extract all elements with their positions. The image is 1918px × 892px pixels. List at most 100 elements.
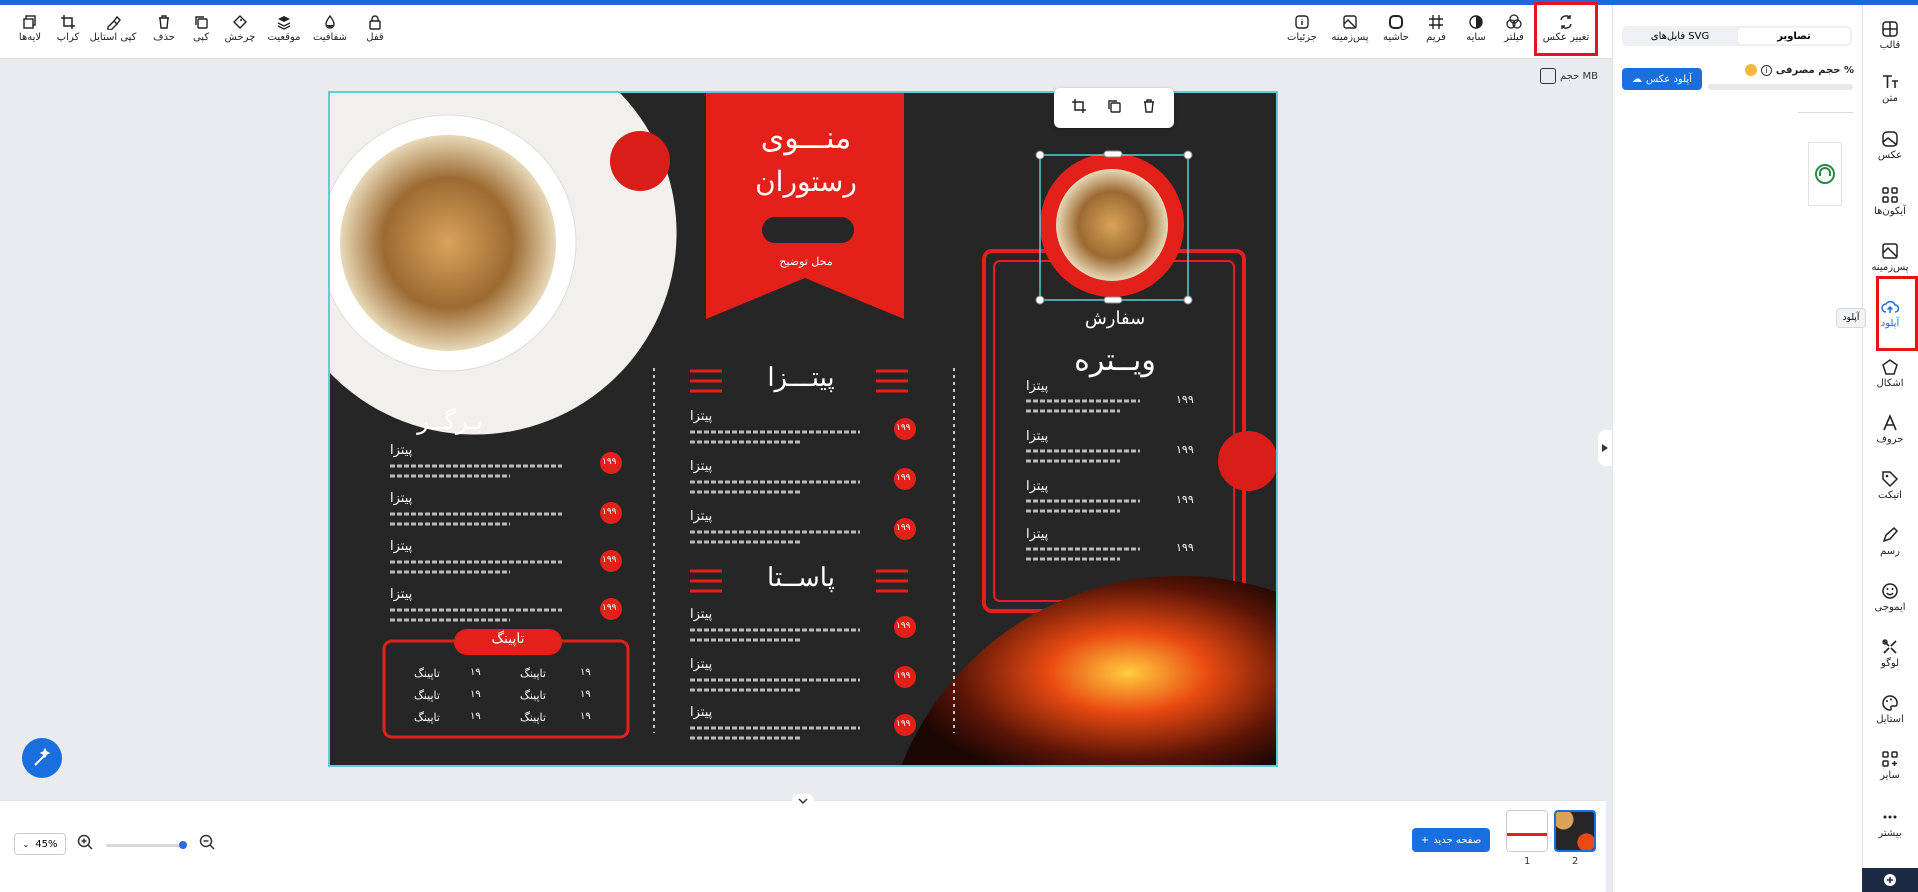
copy-style-icon	[107, 15, 121, 30]
file-size-indicator: حجم MB	[1540, 68, 1598, 84]
copy-style-button[interactable]: کپی استایل	[87, 14, 139, 54]
sidebar-item-fonts[interactable]: حروف	[1862, 414, 1918, 462]
burger-item-3: پیتزا	[390, 539, 413, 554]
price-2: ۱۹۹	[602, 507, 617, 517]
pen-icon	[1882, 526, 1899, 543]
position-button[interactable]: موقعیت	[258, 14, 310, 54]
background-button[interactable]: پس‌زمینه	[1324, 14, 1376, 54]
topping-2: تاپینگ	[414, 689, 440, 702]
sidebar-item-more[interactable]: بیشتر	[1862, 808, 1918, 856]
design-canvas[interactable]: منـــوی رستوران محل توضیح پیتـــزا پاســ…	[328, 91, 1278, 767]
sidebar-label-tags: اتیکت	[1878, 490, 1902, 501]
special-subtitle: سفارش	[1084, 308, 1146, 329]
details-button[interactable]: جزئیات	[1276, 14, 1328, 54]
topping-price-4: ۱۹	[580, 667, 591, 678]
float-delete-button[interactable]	[1141, 98, 1157, 118]
panel-divider	[1798, 112, 1853, 113]
magic-wand-icon	[34, 748, 51, 766]
palette-icon	[1882, 695, 1898, 711]
sidebar-label-draw: رسم	[1880, 546, 1900, 557]
price-8: ۱۹۹	[896, 621, 911, 631]
special-item-4: پیتزا	[1026, 527, 1049, 542]
sidebar-item-photo[interactable]: عکس	[1862, 130, 1918, 178]
sidebar-item-template[interactable]: قالب	[1862, 20, 1918, 68]
section-topping: تاپینگ	[491, 631, 525, 647]
page-thumb-2[interactable]	[1554, 810, 1596, 852]
position-label: موقعیت	[267, 32, 301, 43]
sidebar-label-background: پس‌زمینه	[1871, 262, 1909, 273]
sidebar-item-other[interactable]: سایر	[1862, 750, 1918, 798]
filter-button[interactable]: فیلتر	[1488, 14, 1540, 54]
special-item-2: پیتزا	[1026, 429, 1049, 444]
pasta-item-3: پیتزا	[690, 705, 713, 720]
headset-logo-icon	[1815, 164, 1835, 184]
replace-image-label: تغییر عکس	[1542, 32, 1590, 43]
magic-button[interactable]	[22, 738, 62, 778]
sidebar-label-text: متن	[1882, 93, 1898, 104]
opacity-label: شفافیت	[312, 32, 348, 43]
sidebar-item-logo[interactable]: لوگو	[1862, 638, 1918, 686]
upload-highlight-box	[1876, 276, 1918, 351]
replace-image-icon	[1560, 15, 1572, 29]
zoom-value: 45%	[35, 838, 58, 850]
new-page-button[interactable]: + صفحه جدید	[1412, 828, 1490, 852]
opacity-icon	[325, 14, 335, 29]
zoom-slider[interactable]	[106, 841, 187, 849]
lock-button[interactable]: قفل	[349, 14, 401, 54]
upload-image-button[interactable]: ☁ آپلود عکس	[1622, 68, 1702, 90]
logo-icon	[1882, 639, 1897, 654]
float-crop-button[interactable]	[1071, 98, 1087, 118]
replace-image-button[interactable]: تغییر عکس	[1534, 2, 1598, 56]
font-icon	[1883, 414, 1897, 431]
pizza-item-2: پیتزا	[690, 459, 713, 474]
upload-button-label: آپلود عکس	[1646, 73, 1692, 85]
sidebar-label-other: سایر	[1880, 770, 1900, 781]
frame-icon	[1429, 15, 1443, 29]
rotate-label: چرخش	[224, 32, 256, 43]
zoom-in-button[interactable]	[76, 833, 94, 851]
background-icon	[1343, 15, 1357, 29]
zoom-out-icon	[199, 834, 215, 850]
menu-title-1: منـــوی	[760, 121, 852, 156]
page-number-1: 1	[1524, 856, 1531, 867]
crop-label: کراپ	[56, 32, 80, 43]
page-thumb-1[interactable]	[1506, 810, 1548, 852]
special-item-1: پیتزا	[1026, 379, 1049, 394]
border-label: حاشیه	[1383, 32, 1409, 43]
footer-toggle[interactable]	[792, 794, 814, 808]
price-5: ۱۹۹	[896, 423, 911, 433]
tab-images[interactable]: تصاویر	[1738, 28, 1850, 44]
float-copy-button[interactable]	[1106, 98, 1122, 118]
sidebar-label-emoji: ایموجی	[1874, 602, 1906, 613]
menu-place-text: محل توضیح	[779, 255, 833, 268]
sidebar-item-tags[interactable]: اتیکت	[1862, 470, 1918, 518]
oven-photo	[901, 575, 1276, 765]
price-1: ۱۹۹	[602, 457, 617, 467]
copy-label: کپی	[192, 32, 210, 43]
info-icon: i	[1760, 64, 1772, 76]
chevron-down-icon: ⌄	[22, 839, 30, 849]
price-14: ۱۹۹	[1176, 541, 1194, 554]
sidebar-item-draw[interactable]: رسم	[1862, 526, 1918, 574]
topping-3: تاپینگ	[414, 711, 440, 724]
sidebar-item-style[interactable]: استایل	[1862, 694, 1918, 742]
panel-collapse-toggle[interactable]	[1598, 430, 1612, 466]
pizza-photo	[340, 135, 556, 351]
crop-icon	[61, 15, 75, 29]
zoom-slider-thumb[interactable]	[179, 841, 187, 849]
zoom-select[interactable]: ⌄ 45%	[14, 833, 66, 855]
topping-5: تاپینگ	[520, 689, 546, 702]
sidebar-item-emoji[interactable]: ایموجی	[1862, 582, 1918, 630]
sidebar-label-fonts: حروف	[1876, 434, 1904, 445]
sidebar-item-text[interactable]: متن	[1862, 73, 1918, 121]
sidebar-label-photo: عکس	[1877, 150, 1903, 161]
sidebar-item-icons[interactable]: آیکون‌ها	[1862, 186, 1918, 234]
tab-svg-files[interactable]: فایل‌های SVG	[1624, 28, 1736, 44]
position-icon	[277, 16, 291, 30]
sidebar-add-button[interactable]	[1862, 868, 1918, 892]
sidebar-item-shapes[interactable]: اشکال	[1862, 358, 1918, 406]
zoom-out-button[interactable]	[198, 833, 216, 851]
topping-4: تاپینگ	[520, 667, 546, 680]
pasta-item-1: پیتزا	[690, 607, 713, 622]
uploaded-image-thumb[interactable]	[1808, 142, 1842, 206]
